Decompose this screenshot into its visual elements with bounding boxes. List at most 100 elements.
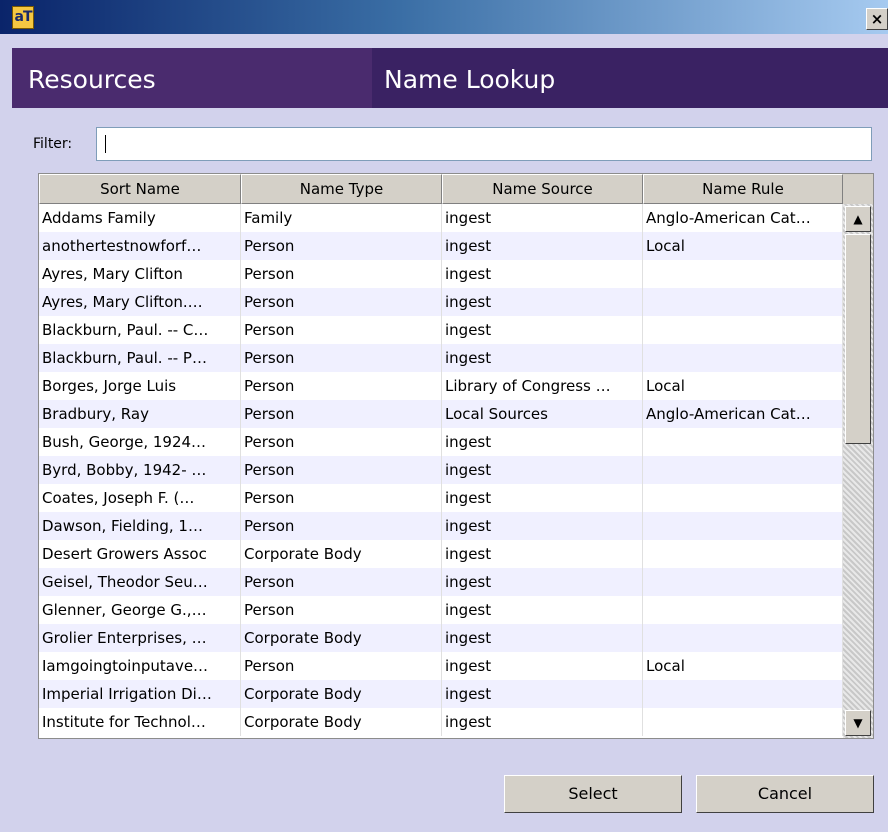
cell-name-source: ingest <box>442 680 643 708</box>
section-title: Resources <box>28 65 156 94</box>
header-corner <box>843 174 873 204</box>
table-row[interactable]: Desert Growers Assoc Corporate Body ingest <box>39 540 843 568</box>
table-row[interactable]: Borges, Jorge Luis Person Library of Congr… <box>39 372 843 400</box>
select-button[interactable]: Select <box>504 775 682 813</box>
table-row[interactable]: Addams Family Family ingest Anglo-American … <box>39 204 843 232</box>
cell-name-source: ingest <box>442 260 643 288</box>
cell-sort-name: Imperial Irrigation Di… <box>39 680 241 708</box>
arrow-up-icon: ▲ <box>853 212 863 226</box>
cell-sort-name: Dawson, Fielding, 1… <box>39 512 241 540</box>
cell-sort-name: anothertestnowforf… <box>39 232 241 260</box>
cell-name-rule: Local <box>643 232 843 260</box>
cell-name-rule: Local <box>643 652 843 680</box>
cell-name-source: ingest <box>442 512 643 540</box>
text-caret <box>105 135 106 153</box>
cell-name-rule <box>643 428 843 456</box>
scroll-down-button[interactable]: ▼ <box>845 710 871 736</box>
cell-name-rule <box>643 540 843 568</box>
cell-name-rule: Local <box>643 372 843 400</box>
cell-name-type: Person <box>241 288 442 316</box>
cell-sort-name: Bush, George, 1924… <box>39 428 241 456</box>
cell-name-type: Person <box>241 596 442 624</box>
cell-name-source: ingest <box>442 484 643 512</box>
column-header-name-source[interactable]: Name Source <box>442 174 643 204</box>
cancel-button[interactable]: Cancel <box>696 775 874 813</box>
cell-name-type: Person <box>241 484 442 512</box>
cell-name-rule <box>643 260 843 288</box>
cell-sort-name: Iamgoingtoinputave… <box>39 652 241 680</box>
app-icon: aT <box>12 6 34 29</box>
cell-name-source: Library of Congress … <box>442 372 643 400</box>
cell-name-type: Corporate Body <box>241 680 442 708</box>
window-titlebar[interactable]: aT × <box>0 0 888 34</box>
cell-name-type: Person <box>241 512 442 540</box>
dialog-title: Name Lookup <box>372 48 888 108</box>
table-row[interactable]: Bush, George, 1924… Person ingest <box>39 428 843 456</box>
table-row[interactable]: Dawson, Fielding, 1… Person ingest <box>39 512 843 540</box>
cell-sort-name: Ayres, Mary Clifton <box>39 260 241 288</box>
cell-name-rule: Anglo-American Cat… <box>643 400 843 428</box>
cell-name-source: ingest <box>442 316 643 344</box>
table-header: Sort Name Name Type Name Source Name Rul… <box>39 174 843 204</box>
cell-sort-name: Geisel, Theodor Seu… <box>39 568 241 596</box>
table-row[interactable]: Coates, Joseph F. (… Person ingest <box>39 484 843 512</box>
cell-sort-name: Desert Growers Assoc <box>39 540 241 568</box>
close-icon: × <box>870 10 884 28</box>
cell-name-source: ingest <box>442 568 643 596</box>
cell-name-type: Corporate Body <box>241 540 442 568</box>
table-row[interactable]: Blackburn, Paul. -- P… Person ingest <box>39 344 843 372</box>
cell-sort-name: Grolier Enterprises, … <box>39 624 241 652</box>
table-row[interactable]: Institute for Technol… Corporate Body inge… <box>39 708 843 736</box>
cell-name-type: Person <box>241 372 442 400</box>
scrollbar-thumb[interactable] <box>845 234 871 444</box>
cell-name-type: Person <box>241 428 442 456</box>
table-row[interactable]: Glenner, George G.,… Person ingest <box>39 596 843 624</box>
table-row[interactable]: anothertestnowforf… Person ingest Local <box>39 232 843 260</box>
table-row[interactable]: Ayres, Mary Clifton.… Person ingest <box>39 288 843 316</box>
cell-name-rule <box>643 708 843 736</box>
filter-input[interactable] <box>96 127 872 161</box>
table-row[interactable]: Geisel, Theodor Seu… Person ingest <box>39 568 843 596</box>
cell-name-source: ingest <box>442 596 643 624</box>
cell-name-source: ingest <box>442 428 643 456</box>
table-row[interactable]: Bradbury, Ray Person Local Sources Anglo-Am… <box>39 400 843 428</box>
cell-name-rule <box>643 344 843 372</box>
cell-name-source: ingest <box>442 540 643 568</box>
cell-sort-name: Institute for Technol… <box>39 708 241 736</box>
column-header-sort-name[interactable]: Sort Name <box>39 174 241 204</box>
cell-name-type: Person <box>241 400 442 428</box>
cell-name-source: ingest <box>442 652 643 680</box>
cell-name-type: Corporate Body <box>241 624 442 652</box>
cell-sort-name: Bradbury, Ray <box>39 400 241 428</box>
vertical-scrollbar[interactable]: ▲ ▼ <box>843 204 873 738</box>
cell-name-rule <box>643 456 843 484</box>
cell-name-source: Local Sources <box>442 400 643 428</box>
table-row[interactable]: Imperial Irrigation Di… Corporate Body ing… <box>39 680 843 708</box>
cell-name-source: ingest <box>442 232 643 260</box>
cell-name-type: Person <box>241 568 442 596</box>
scroll-up-button[interactable]: ▲ <box>845 206 871 232</box>
cell-sort-name: Blackburn, Paul. -- C… <box>39 316 241 344</box>
column-header-name-rule[interactable]: Name Rule <box>643 174 843 204</box>
table-row[interactable]: Blackburn, Paul. -- C… Person ingest <box>39 316 843 344</box>
cell-name-rule <box>643 624 843 652</box>
cell-name-source: ingest <box>442 456 643 484</box>
table-row[interactable]: Iamgoingtoinputave… Person ingest Local <box>39 652 843 680</box>
arrow-down-icon: ▼ <box>853 716 863 730</box>
table-row[interactable]: Grolier Enterprises, … Corporate Body inge… <box>39 624 843 652</box>
column-header-name-type[interactable]: Name Type <box>241 174 442 204</box>
cell-name-source: ingest <box>442 344 643 372</box>
cell-name-type: Person <box>241 232 442 260</box>
cell-name-rule <box>643 596 843 624</box>
cell-name-rule <box>643 680 843 708</box>
table-row[interactable]: Byrd, Bobby, 1942- … Person ingest <box>39 456 843 484</box>
cell-sort-name: Addams Family <box>39 204 241 232</box>
table-row[interactable]: Ayres, Mary Clifton Person ingest <box>39 260 843 288</box>
cell-sort-name: Coates, Joseph F. (… <box>39 484 241 512</box>
cell-name-rule <box>643 568 843 596</box>
cell-name-type: Corporate Body <box>241 708 442 736</box>
close-button[interactable]: × <box>866 8 888 30</box>
cell-sort-name: Blackburn, Paul. -- P… <box>39 344 241 372</box>
cell-name-type: Person <box>241 344 442 372</box>
cell-name-type: Person <box>241 260 442 288</box>
